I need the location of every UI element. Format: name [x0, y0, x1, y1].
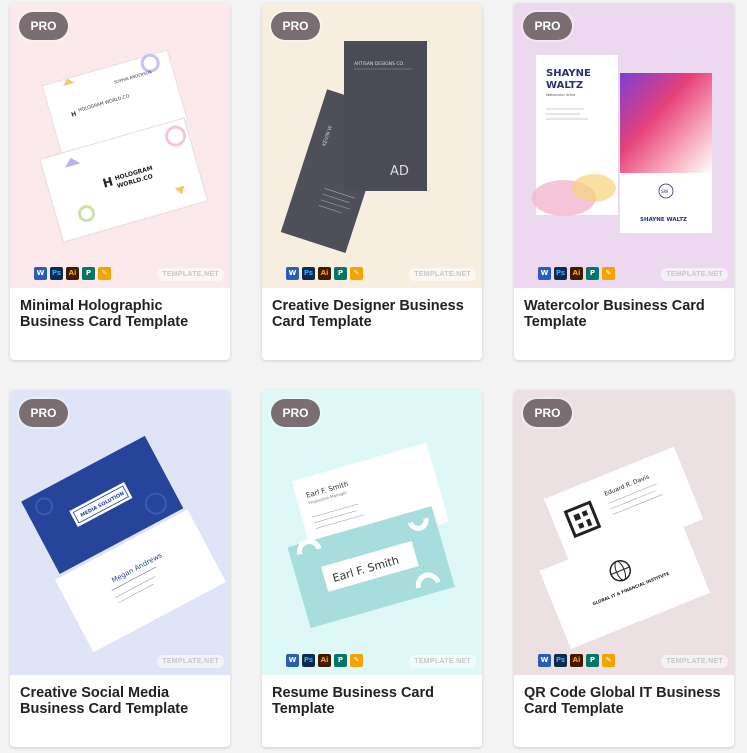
pro-badge: PRO [19, 399, 68, 427]
mockup-monogram: SW [661, 189, 669, 195]
word-icon: W [538, 654, 551, 667]
watermark: TEMPLATE.NET [157, 655, 224, 668]
template-thumbnail[interactable]: MEDIA SOLUTION Megan Andrews PRO TEMPLAT… [10, 390, 230, 675]
mockup-brand: ARTISAN DESIGNS CO. [354, 61, 404, 67]
publisher-icon: P [586, 267, 599, 280]
supported-apps: W Ps Ai P ✎ [286, 654, 363, 667]
watermark: TEMPLATE.NET [157, 268, 224, 281]
template-thumbnail[interactable]: SHAYNE WALTZ Watercolor Artist SW SHAYNE… [514, 3, 734, 288]
pages-icon: ✎ [602, 267, 615, 280]
pro-badge: PRO [19, 12, 68, 40]
illustrator-icon: Ai [318, 267, 331, 280]
illustrator-icon: Ai [66, 267, 79, 280]
mockup-name-line1: SHAYNE [546, 68, 591, 79]
watermark: TEMPLATE.NET [409, 268, 476, 281]
publisher-icon: P [334, 267, 347, 280]
mockup-back-name: SHAYNE WALTZ [640, 217, 687, 223]
supported-apps: W Ps Ai P ✎ [538, 267, 615, 280]
template-thumbnail[interactable]: Earl F. Smith Production Manager Earl F.… [262, 390, 482, 675]
supported-apps: W Ps Ai P ✎ [538, 654, 615, 667]
watermark: TEMPLATE.NET [409, 655, 476, 668]
template-title[interactable]: Creative Designer Business Card Template [272, 298, 477, 330]
photoshop-icon: Ps [302, 267, 315, 280]
photoshop-icon: Ps [554, 654, 567, 667]
word-icon: W [538, 267, 551, 280]
template-card[interactable]: SHAYNE WALTZ Watercolor Artist SW SHAYNE… [514, 3, 734, 360]
template-card[interactable]: Earl F. Smith Production Manager Earl F.… [262, 390, 482, 747]
publisher-icon: P [586, 654, 599, 667]
pages-icon: ✎ [350, 654, 363, 667]
business-card-mockup: KEVIN W ARTISAN DESIGNS CO. AD [280, 41, 427, 253]
photoshop-icon: Ps [50, 267, 63, 280]
business-card-mockup: H HOLOGRAM WORLD.CO SOPHIA ANDERSON H HO… [39, 49, 209, 243]
illustrator-icon: Ai [570, 267, 583, 280]
template-thumbnail[interactable]: KEVIN W ARTISAN DESIGNS CO. AD PRO W Ps … [262, 3, 482, 288]
template-title[interactable]: Creative Social Media Business Card Temp… [20, 685, 225, 717]
watermark: TEMPLATE.NET [661, 655, 728, 668]
template-thumbnail[interactable]: H HOLOGRAM WORLD.CO SOPHIA ANDERSON H HO… [10, 3, 230, 288]
pro-badge: PRO [523, 399, 572, 427]
pages-icon: ✎ [602, 654, 615, 667]
pages-icon: ✎ [98, 267, 111, 280]
template-card[interactable]: H HOLOGRAM WORLD.CO SOPHIA ANDERSON H HO… [10, 3, 230, 360]
template-card[interactable]: MEDIA SOLUTION Megan Andrews PRO TEMPLAT… [10, 390, 230, 747]
photoshop-icon: Ps [554, 267, 567, 280]
business-card-mockup: SHAYNE WALTZ Watercolor Artist SW SHAYNE… [532, 55, 712, 233]
pro-badge: PRO [271, 12, 320, 40]
pro-badge: PRO [271, 399, 320, 427]
template-title[interactable]: Minimal Holographic Business Card Templa… [20, 298, 225, 330]
photoshop-icon: Ps [302, 654, 315, 667]
business-card-mockup: MEDIA SOLUTION Megan Andrews [21, 435, 226, 653]
word-icon: W [286, 654, 299, 667]
mockup-role: Watercolor Artist [546, 93, 576, 97]
mockup-monogram: AD [390, 164, 409, 179]
supported-apps: W Ps Ai P ✎ [286, 267, 363, 280]
mockup-name-line2: WALTZ [546, 80, 583, 91]
template-title[interactable]: Resume Business Card Template [272, 685, 477, 717]
pro-badge: PRO [523, 12, 572, 40]
template-card[interactable]: KEVIN W ARTISAN DESIGNS CO. AD PRO W Ps … [262, 3, 482, 360]
watermark: TEMPLATE.NET [661, 268, 728, 281]
word-icon: W [286, 267, 299, 280]
template-card[interactable]: Eduard R. Davis GLOBAL IT & FINANCIAL IN… [514, 390, 734, 747]
illustrator-icon: Ai [318, 654, 331, 667]
publisher-icon: P [334, 654, 347, 667]
supported-apps: W Ps Ai P ✎ [34, 267, 111, 280]
pages-icon: ✎ [350, 267, 363, 280]
business-card-mockup: Earl F. Smith Production Manager Earl F.… [287, 442, 455, 629]
business-card-mockup: Eduard R. Davis GLOBAL IT & FINANCIAL IN… [539, 446, 711, 649]
publisher-icon: P [82, 267, 95, 280]
template-title[interactable]: Watercolor Business Card Template [524, 298, 729, 330]
template-title[interactable]: QR Code Global IT Business Card Template [524, 685, 729, 717]
illustrator-icon: Ai [570, 654, 583, 667]
word-icon: W [34, 267, 47, 280]
template-thumbnail[interactable]: Eduard R. Davis GLOBAL IT & FINANCIAL IN… [514, 390, 734, 675]
